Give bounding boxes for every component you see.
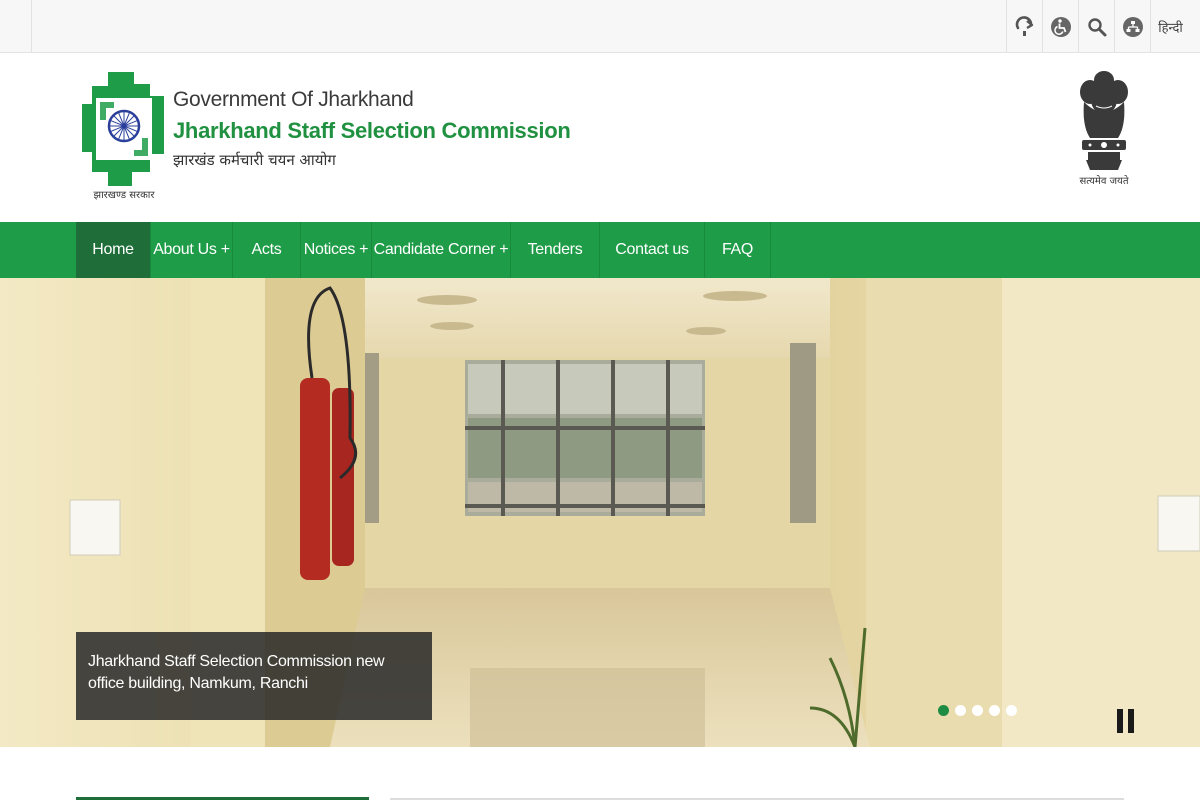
nav-item-acts[interactable]: Acts bbox=[233, 222, 301, 278]
slider-dot-3[interactable] bbox=[972, 705, 983, 716]
organization-name-hindi: झारखंड कर्मचारी चयन आयोग bbox=[173, 151, 336, 169]
government-label: Government Of Jharkhand bbox=[173, 88, 414, 111]
site-header: झारखण्ड सरकार Government Of Jharkhand Jh… bbox=[0, 54, 1200, 222]
nav-item-notices[interactable]: Notices + bbox=[301, 222, 372, 278]
sitemap-icon bbox=[1122, 16, 1143, 37]
accessibility-button[interactable] bbox=[1042, 0, 1078, 53]
slider-dot-4[interactable] bbox=[989, 705, 1000, 716]
slider-dot-2[interactable] bbox=[955, 705, 966, 716]
accessibility-icon bbox=[1050, 16, 1071, 37]
nav-item-home[interactable]: Home bbox=[76, 222, 151, 278]
search-button[interactable] bbox=[1078, 0, 1114, 53]
nav-item-tenders[interactable]: Tenders bbox=[511, 222, 600, 278]
site-title-block: Government Of Jharkhand Jharkhand Staff … bbox=[173, 88, 571, 170]
logo-caption: झारखण्ड सरकार bbox=[94, 190, 156, 201]
slider-dot-5[interactable] bbox=[1006, 705, 1017, 716]
utility-bar: हिन्दी bbox=[0, 0, 1200, 53]
hero-slider[interactable]: Jharkhand Staff Selection Commission new… bbox=[0, 278, 1200, 747]
nav-item-contact-us[interactable]: Contact us bbox=[600, 222, 705, 278]
nav-item-candidate-corner[interactable]: Candidate Corner + bbox=[372, 222, 511, 278]
pause-icon-bar bbox=[1128, 709, 1134, 733]
pause-icon bbox=[1117, 709, 1123, 733]
utility-bar-left-cell bbox=[0, 0, 32, 53]
sitemap-button[interactable] bbox=[1114, 0, 1150, 53]
slide-caption: Jharkhand Staff Selection Commission new… bbox=[76, 632, 432, 720]
main-navigation: Home About Us + Acts Notices + Candidate… bbox=[0, 222, 1200, 278]
skip-to-content-button[interactable] bbox=[1006, 0, 1042, 53]
utility-links: हिन्दी bbox=[1006, 0, 1190, 53]
slider-pagination bbox=[938, 705, 1017, 716]
emblem-caption: सत्यमेव जयते bbox=[1079, 175, 1128, 187]
nav-item-about-us[interactable]: About Us + bbox=[151, 222, 233, 278]
skip-to-content-icon bbox=[1015, 15, 1033, 36]
slider-dot-1[interactable] bbox=[938, 705, 949, 716]
national-emblem-icon: सत्यमेव जयते bbox=[1079, 71, 1129, 187]
organization-name[interactable]: Jharkhand Staff Selection Commission bbox=[173, 118, 571, 144]
nav-item-faq[interactable]: FAQ bbox=[705, 222, 771, 278]
language-switch-link[interactable]: हिन्दी bbox=[1150, 0, 1190, 53]
slider-pause-button[interactable] bbox=[1117, 709, 1135, 733]
search-icon bbox=[1087, 17, 1106, 36]
jharkhand-logo[interactable]: झारखण्ड सरकार bbox=[78, 68, 170, 202]
